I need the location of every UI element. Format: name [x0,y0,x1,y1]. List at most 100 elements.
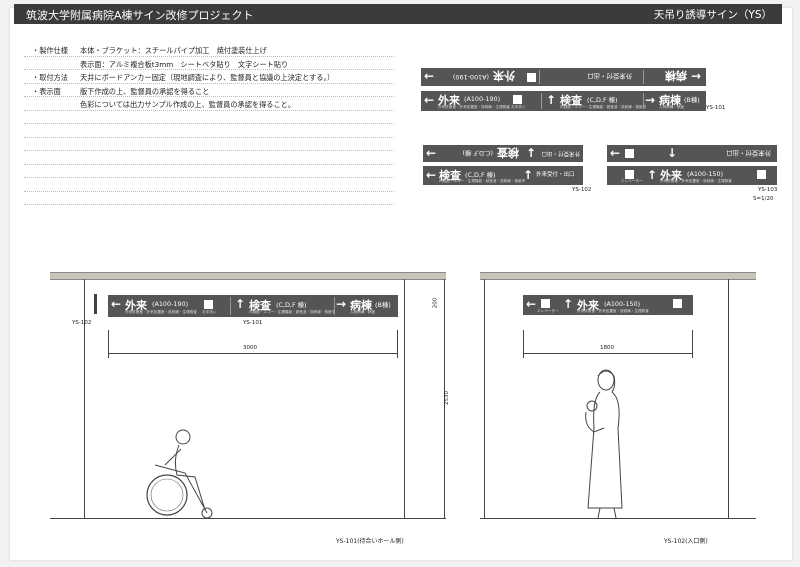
arrow-up-icon: ↑ [523,168,534,182]
title-bar: 筑波大学附属病院A棟サイン改修プロジェクト 天吊り誘導サイン（YS） [14,4,782,24]
sign-ys102-back: ← 検査 (C,D,F 棟) ↑ 外来受付・出口 [423,145,583,162]
elevation-label-left: YS-101(待合いホール側) [336,538,404,545]
sign-text: (A100-190) [152,300,189,308]
arrow-right-icon: → [645,93,656,107]
toilet-icon [673,299,682,308]
dim-tick [692,330,693,358]
sign-subtext: 内視鏡・エコー・生理機能・超音波・放射線・核医学 [249,310,336,314]
arrow-up-icon: ↑ [563,297,574,311]
sign-divider [541,93,542,109]
toilet-icon [204,300,213,309]
ceiling-right [480,272,756,280]
label-ys102: YS-102 [572,187,592,193]
label-ys101: YS-101 [706,105,726,111]
dim-tick [397,330,398,358]
sign-text: 外来受付・出口 [587,72,632,80]
sheet-title: 天吊り誘導サイン（YS） [653,9,772,21]
sign-ys102-side [94,294,97,314]
sign-subtext: 外来診療室・外来処置室・放射線・生理検査 [660,179,732,183]
sign-text: 検査 [497,146,519,159]
sign-text: (A100-150) [687,170,724,178]
toilet-icon [757,170,766,179]
project-title: 筑波大学附属病院A棟サイン改修プロジェクト [26,9,254,22]
arrow-up-icon: ↑ [235,297,246,311]
sign-text: (A100-190) [464,95,501,103]
dotted-rule [24,56,394,57]
spec-value: 本体・ブラケット：スチールパイプ加工 焼付塗装仕上げ [80,46,267,55]
floor-line [50,518,446,519]
sign-subtext: お手洗い [202,310,217,314]
dotted-rule [24,177,394,178]
wall-line [404,279,405,519]
arrow-left-icon: ← [526,297,537,311]
sign-subtext: 内視鏡・エコー・生理機能・超音波・放射線・核医学 [560,105,647,109]
sign-subtext: エレベーター [537,309,559,313]
sign-text: (C,D,F 棟) [462,149,493,157]
dotted-rule [24,110,394,111]
dotted-rule [24,150,394,151]
sign-ys101-elevation: ← 外来 (A100-190) 外来診療室・外来処置室・放射線・生理検査 お手洗… [108,295,398,317]
dotted-rule [24,96,394,97]
dim-line [523,353,693,354]
label-scale: S=1/20 [753,196,774,202]
sign-text: (A100-150) [604,300,641,308]
dim-line [108,353,398,354]
sign-ys101-back: ← 外来 (A100-190) 外来受付・出口 病棟 → [421,68,706,86]
toilet-icon [513,95,522,104]
label-ys103: YS-103 [758,187,778,193]
wall-line [84,279,85,519]
sign-text: 外来受付・出口 [726,149,771,157]
sign-divider [643,93,644,109]
sign-text: 外来 [493,69,515,82]
wheelchair-user-figure [146,429,213,519]
flipped-text: 外来受付・出口 [681,145,775,162]
dim-2530: 2530 [444,391,450,405]
arrow-left-icon: ← [610,146,621,160]
arrow-left-icon: ← [426,168,437,182]
arrow-right-icon: → [336,297,347,311]
elevation-label-right: YS-102(入口側) [664,538,708,545]
label-ys102: YS-102 [72,320,92,326]
sign-subtext: 入院病棟・病室 [659,105,685,109]
dotted-rule [24,69,394,70]
sign-text: (A100-190) [452,73,489,81]
spec-value: 天井にボードアンカー固定（現地調査により、監督員と協議の上決定とする。） [80,73,335,82]
spec-key: ・製作仕様 [32,46,68,55]
elevator-icon [625,170,634,179]
ceiling-left [50,272,446,280]
arrow-left-icon: ← [424,93,435,107]
sign-ys103-front: エレベーター ↑ 外来 (A100-150) 外来診療室・外来処置室・放射線・生… [607,166,777,185]
sign-subtext: 外来診療室・外来処置室・放射線・生理検査 [438,105,510,109]
arrow-down-icon: ↓ [667,146,678,160]
arrow-up-icon: ↑ [526,146,537,160]
sign-subtext: 入院病棟・病室 [350,310,376,314]
dim-1800: 1800 [600,345,614,351]
toilet-icon [527,73,536,82]
sign-text: 外来受付・出口 [536,172,575,178]
sign-text: (C,D,F 棟) [465,171,496,179]
flipped-text: 検査 (C,D,F 棟) [441,145,521,162]
dotted-rule [24,204,394,205]
sign-divider [230,297,231,315]
dim-tick [108,330,109,358]
dotted-rule [24,191,394,192]
sign-text: (B棟) [375,301,391,309]
arrow-left-icon: ← [111,297,122,311]
sign-text: (B棟) [684,96,700,104]
sign-ys101-front: ← 外来 (A100-190) 外来診療室・外来処置室・放射線・生理検査 お手洗… [421,91,706,111]
elevator-icon [541,299,550,308]
wall-line [484,279,485,519]
woman-with-baby-figure [585,369,623,519]
sign-text: (C,D,F 棟) [587,96,618,104]
sign-subtext: 内視鏡・エコー・生理機能・超音波・放射線・核医学 [439,179,526,183]
sign-text: 病棟 [665,69,687,82]
dim-3000: 3000 [243,345,257,351]
sign-subtext: エレベーター [621,179,643,183]
sign-text: (C,D,F 棟) [276,301,307,309]
flipped-text: 外来受付・出口 [546,68,636,86]
elevator-icon [625,149,634,158]
sign-subtext: 外来診療室・外来処置室・放射線・生理検査 [125,310,197,314]
sign-subtext: お手洗い [511,105,526,109]
sign-subtext: 外来診療室・外来処置室・放射線・生理検査 [577,309,649,313]
wall-line [728,279,729,519]
